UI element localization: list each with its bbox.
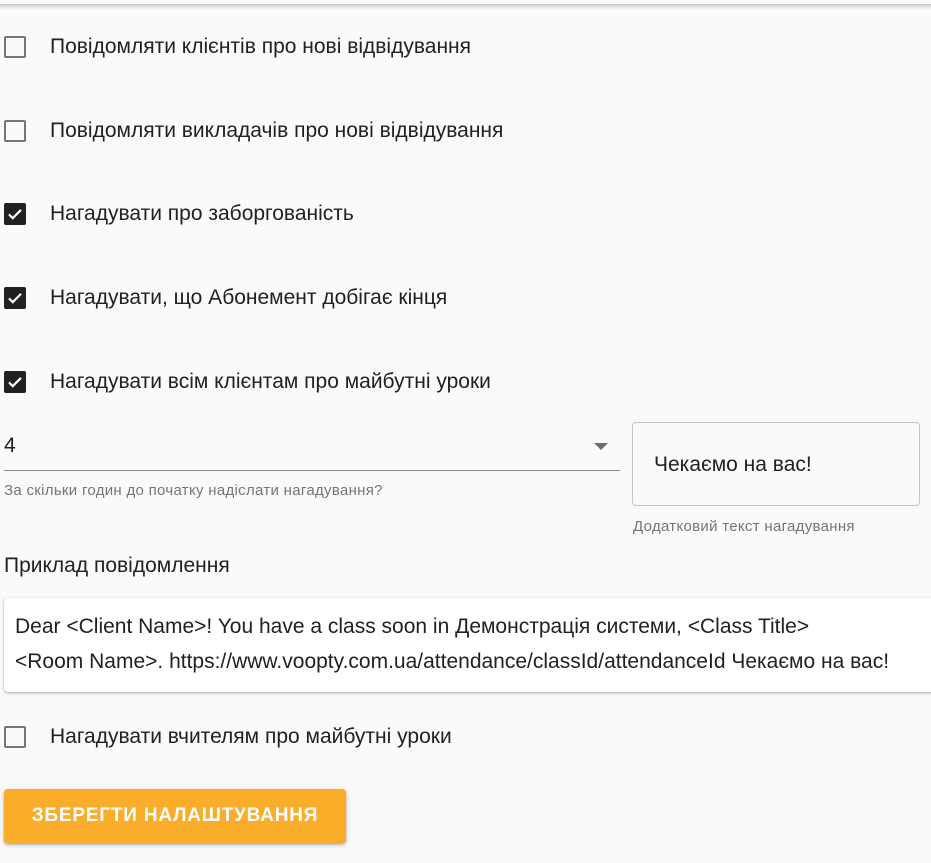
save-settings-button[interactable]: ЗБЕРЕГТИ НАЛАШТУВАННЯ	[4, 789, 346, 843]
notify-clients-new-visits-checkbox[interactable]	[4, 36, 26, 58]
notify-clients-new-visits-row[interactable]: Повідомляти клієнтів про нові відвідуван…	[4, 32, 471, 62]
remind-clients-upcoming-checkbox[interactable]	[4, 371, 26, 393]
reminder-hours-select[interactable]: 4	[4, 430, 620, 471]
reminder-extra-text-value: Чекаємо на вас!	[654, 453, 812, 476]
checkmark-icon	[8, 377, 22, 388]
notify-teachers-new-visits-label: Повідомляти викладачів про нові відвідув…	[50, 119, 504, 142]
example-message-title: Приклад повідомлення	[4, 554, 230, 577]
remind-subscription-ending-label: Нагадувати, що Абонемент добігає кінця	[50, 286, 448, 309]
example-message-line-2: <Room Name>. https://www.voopty.com.ua/a…	[15, 650, 890, 673]
example-message-line-1: Dear <Client Name>! You have a class soo…	[15, 615, 810, 638]
checkmark-icon	[8, 293, 22, 304]
remind-teachers-upcoming-label: Нагадувати вчителям про майбутні уроки	[50, 725, 452, 748]
reminder-hours-helper-text: За скільки годин до початку надіслати на…	[4, 482, 383, 499]
notify-clients-new-visits-label: Повідомляти клієнтів про нові відвідуван…	[50, 35, 472, 58]
notification-settings-page: Повідомляти клієнтів про нові відвідуван…	[0, 0, 931, 863]
example-message-card: Dear <Client Name>! You have a class soo…	[4, 598, 931, 692]
remind-subscription-ending-checkbox[interactable]	[4, 287, 26, 309]
remind-teachers-upcoming-row[interactable]: Нагадувати вчителям про майбутні уроки	[4, 722, 452, 752]
reminder-extra-text-helper: Додатковий текст нагадування	[633, 518, 855, 535]
dropdown-arrow-icon[interactable]	[594, 443, 608, 450]
notify-teachers-new-visits-checkbox[interactable]	[4, 120, 26, 142]
top-panel-edge	[0, 0, 931, 4]
remind-teachers-upcoming-checkbox[interactable]	[4, 726, 26, 748]
notify-teachers-new-visits-row[interactable]: Повідомляти викладачів про нові відвідув…	[4, 116, 503, 146]
remind-subscription-ending-row[interactable]: Нагадувати, що Абонемент добігає кінця	[4, 283, 447, 313]
remind-clients-upcoming-label: Нагадувати всім клієнтам про майбутні ур…	[50, 370, 491, 393]
remind-debt-label: Нагадувати про заборгованість	[50, 202, 354, 225]
remind-debt-row[interactable]: Нагадувати про заборгованість	[4, 199, 354, 229]
reminder-extra-text-field[interactable]: Чекаємо на вас!	[632, 422, 920, 506]
remind-clients-upcoming-row[interactable]: Нагадувати всім клієнтам про майбутні ур…	[4, 367, 491, 397]
remind-debt-checkbox[interactable]	[4, 203, 26, 225]
checkmark-icon	[8, 209, 22, 220]
reminder-hours-value: 4	[4, 434, 16, 457]
